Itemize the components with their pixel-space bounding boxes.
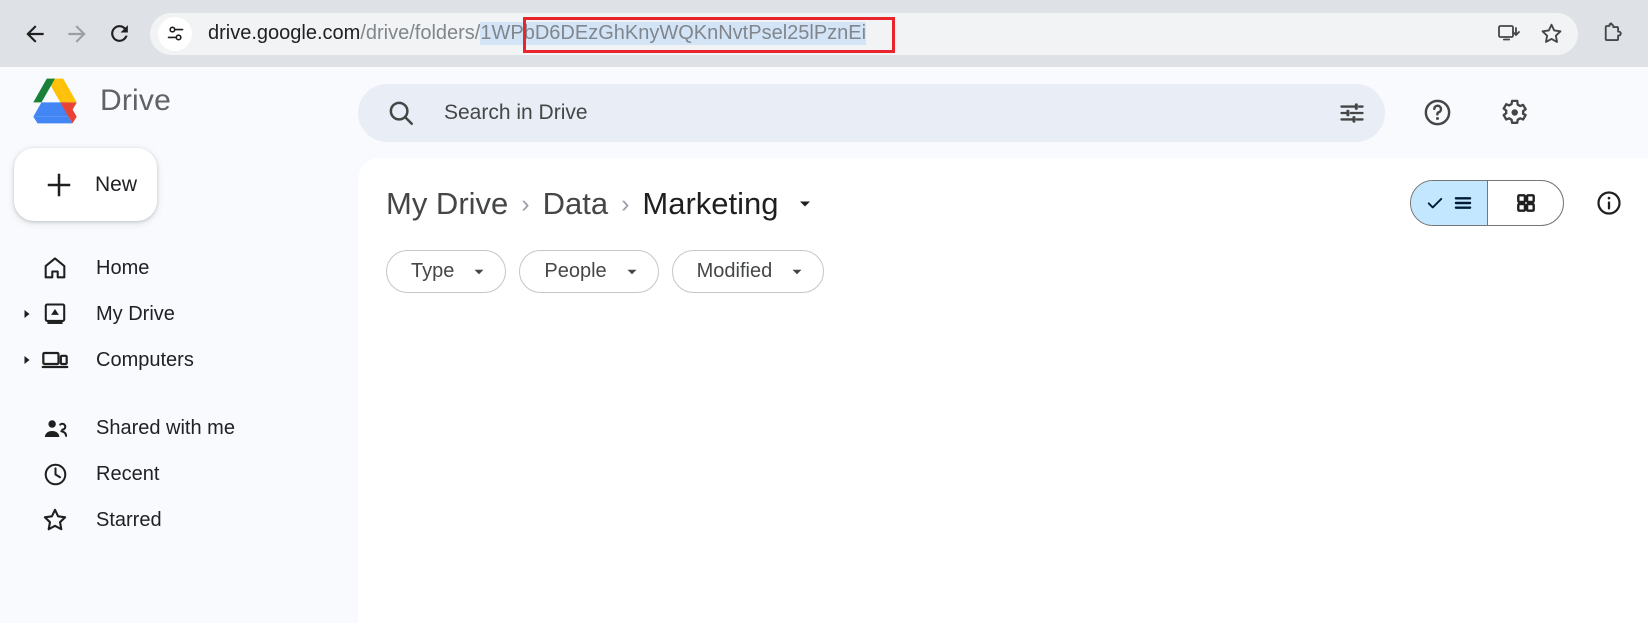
- sidebar-item-label: Recent: [96, 462, 160, 485]
- filter-chip-modified[interactable]: Modified: [671, 250, 825, 293]
- sidebar-item-my-drive[interactable]: My Drive: [0, 291, 356, 337]
- sidebar-item-recent[interactable]: Recent: [0, 451, 356, 497]
- install-app-icon: [1498, 24, 1520, 40]
- address-bar[interactable]: drive.google.com/drive/folders/1WPbD6DEz…: [150, 12, 1578, 55]
- forward-button[interactable]: [56, 13, 98, 55]
- browser-toolbar: drive.google.com/drive/folders/1WPbD6DEz…: [0, 0, 1648, 67]
- expander-placeholder: [16, 417, 38, 439]
- filter-chip-type[interactable]: Type: [386, 250, 507, 293]
- url-path: /drive/folders/: [360, 22, 481, 44]
- filter-chips: Type People Modified: [358, 250, 1648, 293]
- sidebar-divider-space: [0, 383, 356, 405]
- breadcrumb: My Drive › Data › Marketing: [358, 158, 1648, 250]
- chip-label: Modified: [696, 260, 773, 282]
- back-button[interactable]: [14, 13, 56, 55]
- expand-chevron-icon[interactable]: [16, 303, 38, 325]
- reload-button[interactable]: [98, 13, 140, 55]
- expand-chevron-icon[interactable]: [16, 349, 38, 371]
- chip-label: Type: [411, 260, 455, 282]
- advanced-search-button[interactable]: [1329, 90, 1375, 136]
- arrow-left-icon: [26, 24, 44, 43]
- reload-icon: [110, 25, 128, 42]
- sidebar-item-label: Computers: [96, 348, 194, 371]
- url-folder-id: 1WPbD6DEzGhKnyWQKnNvtPsel25lPznEi: [480, 22, 867, 45]
- content-surface: My Drive › Data › Marketing Type People …: [358, 158, 1648, 623]
- search-icon: [389, 101, 414, 125]
- sidebar-item-home[interactable]: Home: [0, 245, 356, 291]
- new-button[interactable]: New: [14, 148, 157, 221]
- drive-brand[interactable]: Drive: [0, 67, 356, 135]
- chevron-down-icon: [792, 269, 802, 274]
- sidebar-item-label: Home: [96, 256, 150, 279]
- sidebar-item-label: Starred: [96, 508, 162, 531]
- chip-label: People: [544, 260, 607, 282]
- clock-icon: [40, 459, 70, 489]
- new-button-label: New: [95, 172, 138, 196]
- brand-title: Drive: [100, 84, 172, 117]
- chevron-down-icon: [474, 269, 484, 274]
- drive-application: Drive New Home My Drive Computers Shared…: [0, 67, 1648, 623]
- site-settings-icon: [167, 26, 183, 41]
- expander-placeholder: [16, 509, 38, 531]
- help-circle-icon: [1424, 99, 1450, 126]
- chevron-down-icon: [627, 269, 637, 274]
- info-circle-icon: [1597, 191, 1621, 215]
- sidebar-item-shared-with-me[interactable]: Shared with me: [0, 405, 356, 451]
- google-drive-logo: [33, 78, 77, 124]
- filter-chip-people[interactable]: People: [519, 250, 659, 293]
- expander-placeholder: [16, 257, 38, 279]
- computers-icon: [40, 345, 70, 375]
- breadcrumb-separator: ›: [521, 189, 530, 218]
- plus-icon: [47, 173, 71, 196]
- sidebar-nav: Home My Drive Computers Shared with me R…: [0, 245, 356, 543]
- star-outline-icon: [1541, 23, 1561, 43]
- bookmark-button[interactable]: [1530, 13, 1572, 55]
- my-drive-icon: [40, 299, 70, 329]
- breadcrumb-item-my-drive[interactable]: My Drive: [386, 186, 508, 222]
- url-domain: drive.google.com: [208, 22, 361, 44]
- star-outline-icon: [40, 505, 70, 535]
- help-button[interactable]: [1413, 89, 1461, 137]
- sidebar: Drive New Home My Drive Computers Shared…: [0, 67, 356, 623]
- install-app-button[interactable]: [1488, 13, 1530, 55]
- settings-button[interactable]: [1489, 89, 1537, 137]
- omnibox-actions: [1488, 13, 1572, 55]
- check-icon: [1427, 197, 1442, 209]
- list-view-button[interactable]: [1411, 181, 1487, 225]
- arrow-right-icon: [68, 24, 86, 43]
- sidebar-item-starred[interactable]: Starred: [0, 497, 356, 543]
- details-info-button[interactable]: [1588, 182, 1630, 224]
- breadcrumb-item-marketing[interactable]: Marketing: [642, 186, 778, 222]
- site-settings-button[interactable]: [158, 16, 192, 51]
- grid-view-icon: [1516, 194, 1535, 212]
- sidebar-item-label: My Drive: [96, 302, 175, 325]
- drive-header: Search in Drive: [356, 67, 1648, 158]
- people-icon: [40, 413, 70, 443]
- search-input[interactable]: Search in Drive: [444, 101, 1329, 125]
- list-view-icon: [1454, 197, 1471, 209]
- view-mode-toggle: [1410, 180, 1564, 226]
- extensions-button[interactable]: [1592, 13, 1634, 55]
- main-panel: Search in Drive My Drive › Data › Market…: [356, 67, 1648, 623]
- extensions-puzzle-icon: [1604, 21, 1622, 41]
- tune-options-icon: [1340, 102, 1364, 123]
- grid-view-button[interactable]: [1487, 181, 1563, 225]
- gear-icon: [1502, 99, 1527, 124]
- sidebar-item-computers[interactable]: Computers: [0, 337, 356, 383]
- url-text[interactable]: drive.google.com/drive/folders/1WPbD6DEz…: [192, 13, 1488, 55]
- expander-placeholder: [16, 463, 38, 485]
- breadcrumb-separator: ›: [621, 189, 630, 218]
- search-bar[interactable]: Search in Drive: [358, 83, 1385, 142]
- home-icon: [40, 253, 70, 283]
- chevron-down-icon[interactable]: [795, 194, 815, 214]
- breadcrumb-item-data[interactable]: Data: [543, 186, 608, 222]
- sidebar-item-label: Shared with me: [96, 416, 235, 439]
